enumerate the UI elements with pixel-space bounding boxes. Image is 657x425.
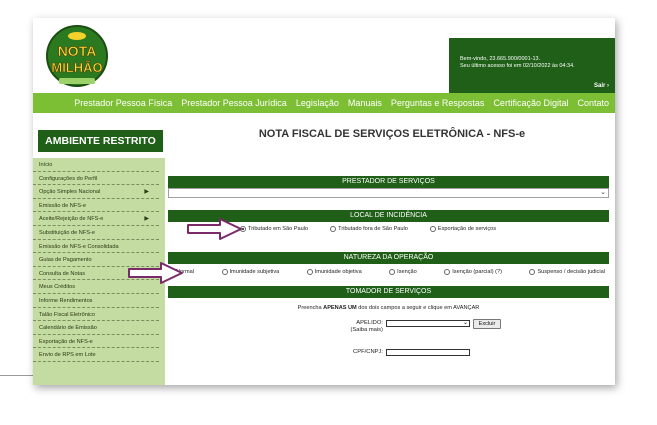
logo-word-2: MILHÃO [51, 60, 102, 75]
radio-tributado-sp[interactable]: Tributado em São Paulo [240, 226, 308, 232]
cpf-cnpj-input[interactable] [386, 349, 470, 356]
natureza-options: Normal Imunidade subjetiva Imunidade obj… [168, 269, 609, 275]
nfse-window: NOTA MILHÃO Bem-vindo, 23.665.900/0001-1… [33, 18, 615, 385]
apelido-help-link[interactable]: (Saiba mais) [327, 327, 383, 333]
sidebar-item-label: Opção Simples Nacional [39, 189, 101, 196]
sidebar-item-label: Guias de Pagamento [39, 257, 92, 264]
nav-legislacao[interactable]: Legislação [296, 98, 339, 108]
sidebar-item-simples[interactable]: Opção Simples Nacional ▶ [33, 185, 159, 199]
header: NOTA MILHÃO Bem-vindo, 23.665.900/0001-1… [33, 18, 615, 93]
radio-label: Tributado em São Paulo [248, 226, 309, 232]
radio-label: Exportação de serviços [437, 226, 497, 232]
pointer-arrow-icon [128, 262, 183, 284]
nav-manuais[interactable]: Manuais [348, 98, 382, 108]
sidebar-item-exportacao[interactable]: Exportação de NFS-e [33, 335, 159, 349]
submenu-arrow-icon: ▶ [144, 189, 149, 196]
radio-dot [330, 226, 337, 232]
pointer-arrow-icon [187, 218, 242, 240]
sidebar: AMBIENTE RESTRITO Início Configurações d… [33, 122, 165, 385]
nav-pessoa-juridica[interactable]: Prestador Pessoa Jurídica [181, 98, 287, 108]
sidebar-item-emissao[interactable]: Emissão de NFS-e [33, 199, 159, 213]
chevron-right-icon: › [607, 83, 609, 89]
radio-imunidade-objetiva[interactable]: Imunidade objetiva [306, 269, 362, 275]
sidebar-item-calendario[interactable]: Calendário de Emissão [33, 321, 159, 335]
sidebar-item-label: Informe Rendimentos [39, 297, 93, 304]
nav-contato[interactable]: Contato [577, 98, 609, 108]
chevron-down-icon: ⌄ [462, 320, 468, 326]
sidebar-item-label: Substituição de NFS-e [39, 229, 95, 236]
radio-dot [529, 269, 536, 275]
divider-line [0, 375, 33, 376]
logout-label: Sair [593, 83, 606, 89]
page-title: NOTA FISCAL DE SERVIÇOS ELETRÔNICA - NFS… [258, 128, 526, 140]
hint-prefix: Preencha [297, 305, 324, 311]
excluir-button[interactable]: Excluir [473, 319, 501, 329]
radio-label: Tributado fora de São Paulo [338, 226, 408, 232]
sidebar-item-label: Consulta de Notas [39, 270, 86, 277]
prestador-header: PRESTADOR DE SERVIÇOS [168, 176, 609, 188]
sidebar-item-label: Meus Créditos [39, 284, 76, 291]
nav-perguntas[interactable]: Perguntas e Respostas [391, 98, 485, 108]
radio-dot [306, 269, 313, 275]
sidebar-title: AMBIENTE RESTRITO [38, 130, 163, 152]
tomador-hint: Preencha APENAS UM dos dois campos a seg… [168, 305, 609, 311]
radio-isencao[interactable]: Isenção [389, 269, 417, 275]
nota-milhao-logo: NOTA MILHÃO [46, 25, 108, 87]
sidebar-item-substituicao[interactable]: Substituição de NFS-e [33, 226, 159, 240]
sidebar-item-label: Envio de RPS em Lote [39, 352, 96, 359]
sidebar-item-talao[interactable]: Talão Fiscal Eletrônico [33, 308, 159, 322]
sidebar-item-aceite[interactable]: Aceite/Rejeição de NFS-e ▶ [33, 212, 159, 226]
welcome-user: Bem-vindo, 23.665.900/0001-13. [460, 56, 541, 62]
radio-dot [389, 269, 396, 275]
welcome-last-access: Seu último acesso foi em 02/10/2022 às 0… [460, 63, 575, 69]
sidebar-item-rendimentos[interactable]: Informe Rendimentos [33, 294, 159, 308]
sidebar-item-label: Talão Fiscal Eletrônico [39, 311, 95, 318]
nav-pessoa-fisica[interactable]: Prestador Pessoa Física [74, 98, 172, 108]
apelido-label: APELIDO: [356, 320, 383, 326]
radio-dot [444, 269, 451, 275]
radio-isencao-parcial[interactable]: Isenção (parcial) (?) [444, 269, 502, 275]
radio-tributado-fora[interactable]: Tributado fora de São Paulo [330, 226, 408, 232]
sidebar-item-label: Emissão de NFS-e Consolidada [39, 243, 119, 250]
welcome-panel: Bem-vindo, 23.665.900/0001-13. Seu últim… [449, 38, 615, 93]
sidebar-item-label: Exportação de NFS-e [39, 338, 93, 345]
hint-suffix: dos dois campos a seguir e clique em AVA… [356, 305, 480, 311]
radio-imunidade-subjetiva[interactable]: Imunidade subjetiva [221, 269, 280, 275]
prestador-select[interactable]: ⌄ [168, 188, 609, 198]
sidebar-item-consolidada[interactable]: Emissão de NFS-e Consolidada [33, 240, 159, 254]
sidebar-item-label: Configurações do Perfil [39, 175, 98, 182]
hint-bold: APENAS UM [323, 305, 357, 311]
radio-suspenso[interactable]: Suspenso / decisão judicial [529, 269, 605, 275]
nav-certificacao[interactable]: Certificação Digital [493, 98, 568, 108]
sidebar-item-perfil[interactable]: Configurações do Perfil [33, 172, 159, 186]
sidebar-item-label: Calendário de Emissão [39, 325, 97, 332]
submenu-arrow-icon: ▶ [144, 216, 149, 223]
sidebar-item-label: Início [39, 162, 53, 168]
sidebar-item-label: Aceite/Rejeição de NFS-e [39, 216, 104, 223]
apelido-select[interactable]: ⌄ [386, 320, 470, 327]
chevron-down-icon: ⌄ [600, 189, 606, 196]
cpf-cnpj-label: CPF/CNPJ: [353, 349, 383, 355]
radio-label: Isenção (parcial) (?) [452, 269, 502, 275]
radio-label: Suspenso / decisão judicial [537, 269, 605, 275]
sidebar-item-label: Emissão de NFS-e [39, 202, 86, 209]
logo-word-1: NOTA [58, 43, 97, 59]
logout-link[interactable]: Sair › [594, 83, 609, 90]
radio-dot [429, 226, 436, 232]
sidebar-item-inicio[interactable]: Início [33, 158, 159, 172]
top-navigation: Prestador Pessoa Física Prestador Pessoa… [33, 93, 615, 113]
sidebar-item-rps-lote[interactable]: Envio de RPS em Lote [33, 348, 159, 362]
radio-label: Isenção [397, 269, 417, 275]
radio-dot [221, 269, 228, 275]
tomador-header: TOMADOR DE SERVIÇOS [168, 286, 609, 298]
radio-label: Imunidade objetiva [314, 269, 362, 275]
radio-exportacao[interactable]: Exportação de serviços [429, 226, 497, 232]
natureza-header: NATUREZA DA OPERAÇÃO [168, 252, 609, 264]
radio-label: Imunidade subjetiva [229, 269, 280, 275]
